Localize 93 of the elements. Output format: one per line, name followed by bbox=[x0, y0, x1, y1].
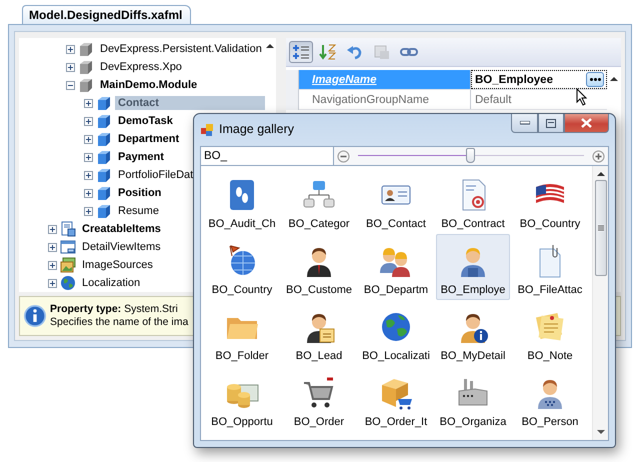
zoom-out-icon[interactable] bbox=[337, 150, 350, 162]
pages-icon bbox=[373, 44, 391, 60]
gallery-item[interactable]: BO_Employe bbox=[436, 234, 510, 300]
maximize-button[interactable] bbox=[538, 114, 564, 133]
zoom-slider[interactable] bbox=[358, 148, 584, 164]
dialog-title: Image gallery bbox=[219, 122, 296, 136]
gallery-item[interactable]: BO_Contact bbox=[359, 168, 433, 234]
gallery-item[interactable]: BO_Opportu bbox=[205, 366, 279, 432]
gallery-item[interactable]: BO_Audit_Ch bbox=[205, 168, 279, 234]
tree-node[interactable]: Department bbox=[115, 132, 182, 146]
minimize-icon bbox=[520, 121, 530, 125]
gallery-item[interactable]: BO_Order bbox=[282, 366, 356, 432]
cube-icon bbox=[78, 41, 94, 57]
gallery-item[interactable]: BO_Organiza bbox=[436, 366, 510, 432]
gallery-item[interactable]: BO_MyDetail bbox=[436, 300, 510, 366]
minimize-button[interactable] bbox=[511, 114, 538, 133]
tree-node[interactable]: CreatableItems bbox=[79, 222, 164, 236]
gallery-item[interactable]: BO_FileAttac bbox=[513, 234, 587, 300]
scroll-up-icon[interactable] bbox=[266, 44, 274, 48]
undo-icon bbox=[346, 44, 364, 60]
document-icon bbox=[60, 221, 76, 237]
cube-icon bbox=[78, 59, 94, 75]
expand-toggle[interactable] bbox=[84, 116, 93, 126]
categorized-icon bbox=[292, 44, 310, 60]
tree-node[interactable]: Contact bbox=[115, 96, 265, 110]
gallery-item[interactable]: BO_Custome bbox=[282, 234, 356, 300]
gallery-item[interactable]: BO_Contract bbox=[436, 168, 510, 234]
property-value[interactable]: Default bbox=[475, 94, 606, 106]
gallery-item[interactable]: BO_Person bbox=[513, 366, 587, 432]
expand-toggle[interactable] bbox=[84, 170, 93, 180]
expand-toggle[interactable] bbox=[48, 242, 57, 252]
maximize-icon bbox=[546, 118, 556, 128]
tree-node[interactable]: DevExpress.Xpo bbox=[97, 60, 185, 74]
tree-node[interactable]: Localization bbox=[79, 276, 144, 290]
toolbar-button[interactable] bbox=[289, 41, 313, 63]
expand-toggle[interactable] bbox=[84, 188, 93, 198]
ellipsis-button[interactable] bbox=[586, 72, 604, 87]
tree-node[interactable]: ImageSources bbox=[79, 258, 156, 272]
globe-icon bbox=[60, 275, 76, 291]
grip-icon bbox=[598, 225, 604, 231]
cube-icon bbox=[96, 149, 112, 165]
gallery-item[interactable]: BO_Order_It bbox=[359, 366, 433, 432]
expand-toggle[interactable] bbox=[66, 44, 75, 54]
expand-toggle[interactable] bbox=[84, 152, 93, 162]
expand-toggle[interactable] bbox=[48, 260, 57, 270]
scroll-up-icon[interactable] bbox=[610, 77, 618, 81]
expand-toggle[interactable] bbox=[48, 224, 57, 234]
expand-toggle[interactable] bbox=[66, 62, 75, 72]
expand-toggle[interactable] bbox=[48, 278, 57, 288]
tree-node[interactable]: PortfolioFileDat bbox=[115, 168, 196, 182]
cube-icon bbox=[96, 131, 112, 147]
tree-node[interactable]: Payment bbox=[115, 150, 167, 164]
tree-node[interactable]: DevExpress.Persistent.Validation bbox=[97, 42, 265, 56]
expand-toggle[interactable] bbox=[66, 80, 75, 90]
zoom-in-icon[interactable] bbox=[592, 150, 605, 162]
sort-icon bbox=[319, 44, 337, 60]
scrollbar-thumb[interactable] bbox=[594, 180, 606, 276]
window-icon bbox=[60, 239, 76, 255]
expand-toggle[interactable] bbox=[84, 98, 93, 108]
gallery-item[interactable]: BO_Country bbox=[513, 168, 587, 234]
gallery-item[interactable]: BO_Categor bbox=[282, 168, 356, 234]
close-icon bbox=[581, 118, 592, 128]
cube-icon bbox=[96, 203, 112, 219]
description-text: Specifies the name of the ima bbox=[50, 316, 188, 329]
cube-icon bbox=[96, 95, 112, 111]
tree-node[interactable]: MainDemo.Module bbox=[97, 78, 200, 92]
scroll-down-icon[interactable] bbox=[596, 430, 604, 434]
cube-icon bbox=[96, 113, 112, 129]
gallery-item[interactable]: BO_Departm bbox=[359, 234, 433, 300]
gallery-item[interactable]: BO_Note bbox=[513, 300, 587, 366]
gallery-item[interactable]: BO_Country bbox=[205, 234, 279, 300]
pictures-icon bbox=[60, 257, 76, 273]
cube-icon bbox=[96, 185, 112, 201]
scroll-up-icon[interactable] bbox=[596, 172, 604, 176]
tree-node[interactable]: DetailViewItems bbox=[79, 240, 164, 254]
tree-node[interactable]: Position bbox=[115, 186, 164, 200]
expand-toggle[interactable] bbox=[84, 134, 93, 144]
close-button[interactable] bbox=[564, 114, 609, 133]
dots-icon bbox=[590, 78, 600, 81]
document-tab[interactable]: Model.DesignedDiffs.xafml bbox=[22, 5, 192, 24]
gallery-item[interactable]: BO_Localizati bbox=[359, 300, 433, 366]
gallery-item[interactable]: BO_Folder bbox=[205, 300, 279, 366]
cube-icon bbox=[96, 167, 112, 183]
gallery-item[interactable]: BO_Lead bbox=[282, 300, 356, 366]
search-field[interactable]: BO_ bbox=[200, 146, 334, 166]
slider-thumb[interactable] bbox=[466, 148, 475, 163]
tree-node[interactable]: Resume bbox=[115, 204, 162, 218]
cube-icon bbox=[78, 77, 94, 93]
tree-node[interactable]: DemoTask bbox=[115, 114, 176, 128]
expand-toggle[interactable] bbox=[84, 206, 93, 216]
property-type-text: Property type: System.Stri bbox=[50, 303, 179, 316]
info-icon bbox=[24, 305, 46, 327]
gallery-icon bbox=[200, 123, 214, 137]
